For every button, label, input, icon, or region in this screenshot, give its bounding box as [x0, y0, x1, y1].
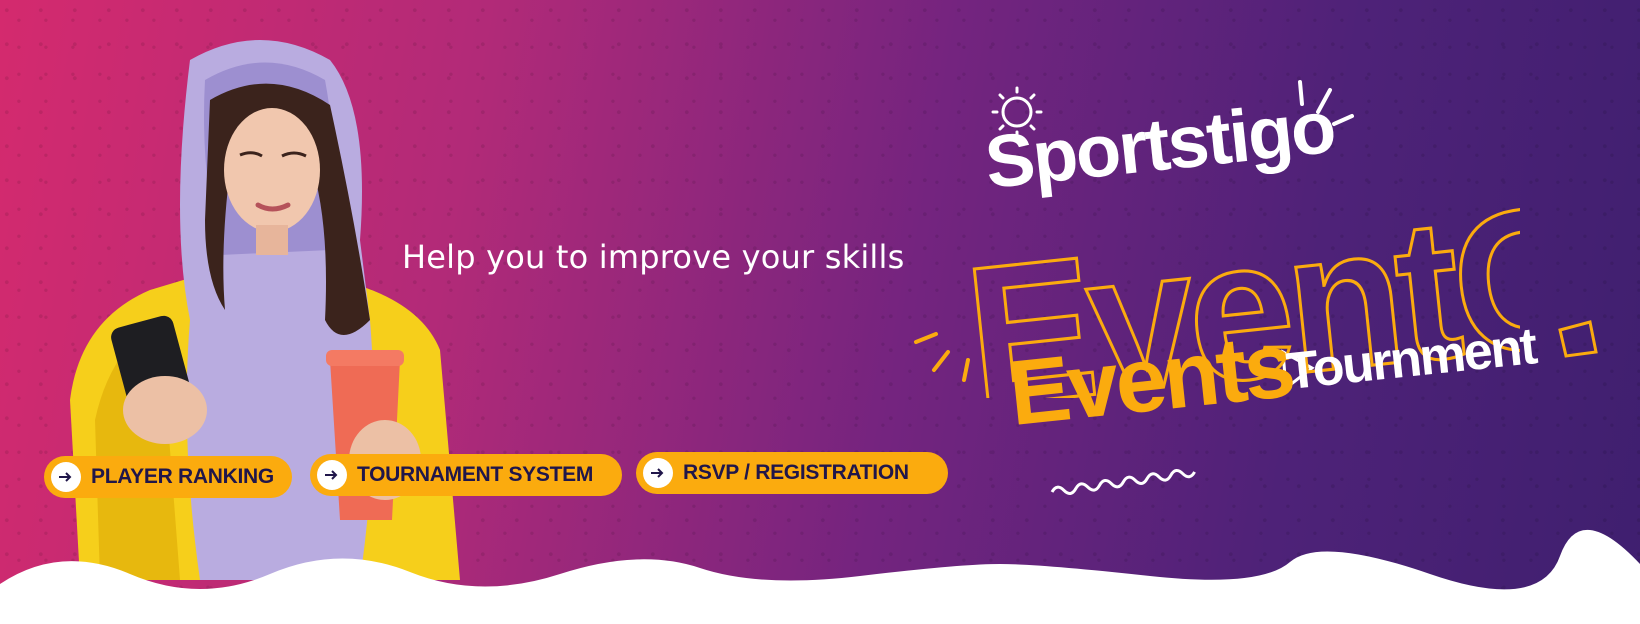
arrow-right-icon — [643, 458, 673, 488]
rsvp-registration-button[interactable]: RSVP / REGISTRATION — [636, 452, 948, 494]
arrow-right-icon — [317, 460, 347, 490]
player-ranking-button[interactable]: PLAYER RANKING — [44, 456, 292, 498]
tagline: Help you to improve your skills — [402, 238, 905, 276]
tournament-system-button[interactable]: TOURNAMENT SYSTEM — [310, 454, 622, 496]
button-label: PLAYER RANKING — [91, 465, 274, 488]
button-label: RSVP / REGISTRATION — [683, 461, 909, 484]
arrow-right-icon — [51, 462, 81, 492]
button-label: TOURNAMENT SYSTEM — [357, 463, 594, 486]
bottom-wave — [0, 529, 1640, 624]
hero-banner: Help you to improve your skills PLAYER R… — [0, 0, 1640, 624]
